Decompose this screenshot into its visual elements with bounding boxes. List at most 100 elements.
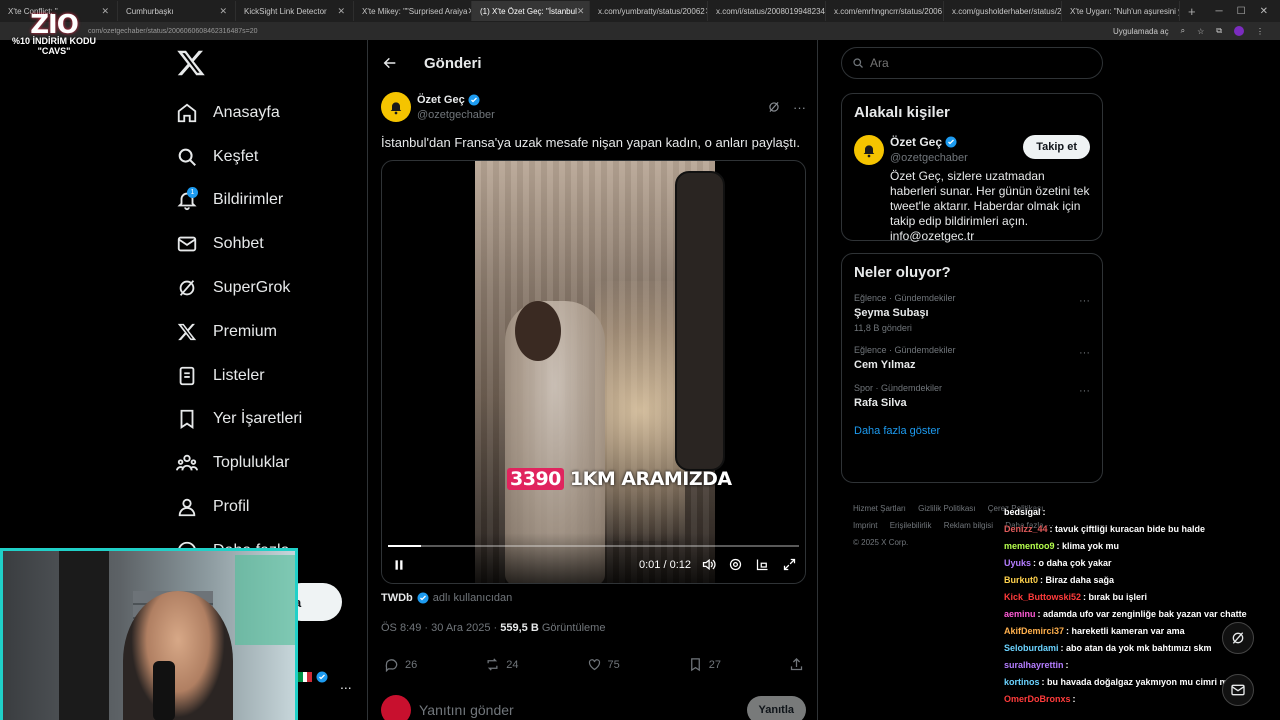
nav-item-explore[interactable]: Keşfet	[172, 135, 362, 179]
search-input[interactable]	[870, 56, 1090, 70]
menu-icon[interactable]: ⋮	[1256, 27, 1264, 36]
more-options-icon[interactable]: ···	[793, 100, 806, 115]
related-handle[interactable]: @ozetgechaber	[890, 152, 968, 164]
grok-fab[interactable]	[1222, 622, 1254, 654]
footer-link[interactable]: Erişilebilirlik	[890, 521, 932, 530]
show-more-link[interactable]: Daha fazla göster	[854, 425, 1090, 437]
repost-action[interactable]: 24	[485, 657, 586, 672]
picture-in-picture-icon[interactable]	[755, 557, 770, 572]
close-tab-icon[interactable]: ✕	[577, 6, 585, 17]
trend-more-icon[interactable]: ···	[1079, 295, 1090, 307]
url-text[interactable]: com/ozetgechaber/status/2006060608462316…	[88, 28, 258, 35]
fullscreen-icon[interactable]	[782, 557, 797, 572]
browser-tab[interactable]: x.com/gusholderhaber/status/2✕	[944, 1, 1062, 21]
browser-tab-active[interactable]: (1) X'te Özet Geç: "İstanbul ✕	[472, 1, 590, 21]
nav-item-grok[interactable]: SuperGrok	[172, 266, 362, 310]
grok-icon[interactable]	[767, 100, 781, 114]
trend-item[interactable]: Eğlence · Gündemdekiler Şeyma Subaşı 11,…	[854, 293, 1090, 333]
x-logo-icon[interactable]	[176, 48, 206, 78]
close-tab-icon[interactable]: ✕	[101, 6, 109, 17]
chat-username[interactable]: Kick_Buttowski52	[1004, 592, 1081, 602]
chat-username[interactable]: Seloburdami	[1004, 643, 1059, 653]
nav-item-premium[interactable]: Premium	[172, 310, 362, 354]
related-name[interactable]: Özet Geç	[890, 135, 942, 149]
close-tab-icon[interactable]: ✕	[219, 6, 227, 17]
trend-more-icon[interactable]: ···	[1079, 385, 1090, 397]
browser-tab[interactable]: X'te Uygarı: "Nuh'un aşuresini y✕	[1062, 1, 1180, 21]
nav-item-home[interactable]: Anasayfa	[172, 91, 362, 135]
chat-username[interactable]: Uyuks	[1004, 558, 1031, 568]
trend-item[interactable]: Eğlence · Gündemdekiler Cem Yılmaz ···	[854, 345, 1090, 371]
browser-tab[interactable]: X'te Mikey: ""Surprised Araiya✕	[354, 1, 472, 21]
chat-username[interactable]: Denizz_44	[1004, 524, 1048, 534]
nav-item-profile[interactable]: Profil	[172, 485, 362, 529]
browser-tab[interactable]: x.com/yumbratty/status/20062✕	[590, 1, 708, 21]
mail-icon	[1231, 684, 1245, 696]
volume-icon[interactable]	[701, 557, 716, 572]
trend-item[interactable]: Spor · Gündemdekiler Rafa Silva ···	[854, 383, 1090, 409]
zoom-icon[interactable]: ⌕	[1181, 26, 1185, 36]
like-action[interactable]: 75	[587, 657, 688, 672]
post-meta: ÖS 8:49 · 30 Ara 2025 · 559,5 B Görüntül…	[381, 622, 605, 634]
open-in-app-button[interactable]: Uygulamada aç	[1113, 27, 1169, 36]
author-name-row[interactable]: Özet Geç	[417, 94, 495, 106]
trend-more-icon[interactable]: ···	[1079, 347, 1090, 359]
pause-icon[interactable]	[392, 558, 406, 572]
follow-button[interactable]: Takip et	[1023, 135, 1090, 159]
author-name[interactable]: Özet Geç	[417, 94, 465, 106]
author-handle[interactable]: @ozetgechaber	[417, 109, 495, 121]
footer-link[interactable]: Imprint	[853, 521, 877, 530]
related-title: Alakalı kişiler	[854, 104, 950, 121]
back-arrow-icon[interactable]	[382, 55, 398, 71]
footer-link[interactable]: Hizmet Şartları	[853, 504, 906, 513]
related-person[interactable]: Özet Geç @ozetgechaber Takip et	[854, 135, 1090, 165]
star-icon[interactable]: ☆	[1197, 27, 1204, 36]
nav-item-lists[interactable]: Listeler	[172, 354, 362, 398]
minimize-icon[interactable]: ─	[1216, 6, 1223, 17]
user-avatar[interactable]	[381, 695, 411, 720]
browser-tab[interactable]: Cumhurbaşkı ✕	[118, 1, 236, 21]
new-tab-icon[interactable]: +	[1180, 4, 1204, 19]
reply-action[interactable]: 26	[384, 657, 485, 672]
address-bar[interactable]: com/ozetgechaber/status/2006060608462316…	[0, 22, 1280, 40]
chat-username[interactable]: bedsigal	[1004, 507, 1041, 517]
chat-username[interactable]: AkifDemirci37	[1004, 626, 1064, 636]
nav-item-messages[interactable]: Sohbet	[172, 222, 362, 266]
reply-button[interactable]: Yanıtla	[746, 696, 806, 720]
chat-username[interactable]: OmerDoBronxs	[1004, 694, 1071, 704]
browser-tab[interactable]: KickSight Link Detector ✕	[236, 1, 354, 21]
post-timestamp[interactable]: ÖS 8:49 · 30 Ara 2025 ·	[381, 622, 500, 634]
reply-input[interactable]: Yanıtını gönder	[419, 702, 514, 718]
chat-username[interactable]: aeminu	[1004, 609, 1036, 619]
bookmark-action[interactable]: 27	[688, 657, 789, 672]
account-menu-button[interactable]: ...	[340, 676, 352, 692]
share-action[interactable]	[789, 657, 804, 672]
webcam-wall	[59, 551, 109, 720]
related-avatar[interactable]	[854, 135, 884, 165]
nav-item-notifications[interactable]: 1 Bildirimler	[172, 179, 362, 223]
close-tab-icon[interactable]: ✕	[337, 6, 345, 17]
search-box[interactable]	[841, 47, 1103, 79]
messages-fab[interactable]	[1222, 674, 1254, 706]
browser-tab[interactable]: x.com/i/status/20080199482344✕	[708, 1, 826, 21]
video-frame[interactable]	[475, 161, 725, 583]
settings-icon[interactable]	[728, 557, 743, 572]
author-avatar[interactable]	[381, 92, 411, 122]
footer-link[interactable]: Reklam bilgisi	[944, 521, 993, 530]
browser-tab[interactable]: x.com/emrhngncrr/status/2006✕	[826, 1, 944, 21]
chat-username[interactable]: suralhayrettin	[1004, 660, 1064, 670]
chat-username[interactable]: Burkut0	[1004, 575, 1038, 585]
flag-icon	[298, 672, 313, 682]
close-window-icon[interactable]: ✕	[1260, 6, 1268, 17]
attribution-user[interactable]: TWDb	[381, 592, 413, 604]
chat-username[interactable]: mementoo9	[1004, 541, 1055, 551]
profile-avatar[interactable]	[1234, 26, 1244, 36]
footer-link[interactable]: Gizlilik Politikası	[918, 504, 975, 513]
chat-username[interactable]: kortinos	[1004, 677, 1040, 687]
nav-item-bookmarks[interactable]: Yer İşaretleri	[172, 398, 362, 442]
maximize-icon[interactable]: ☐	[1237, 6, 1246, 17]
extensions-icon[interactable]: ⧉	[1216, 26, 1222, 36]
video-player[interactable]: 3390 1KM ARAMIZDA 0:01 / 0:12	[381, 160, 806, 584]
nav-item-communities[interactable]: Topluluklar	[172, 441, 362, 485]
video-progress-bar[interactable]	[388, 545, 799, 547]
